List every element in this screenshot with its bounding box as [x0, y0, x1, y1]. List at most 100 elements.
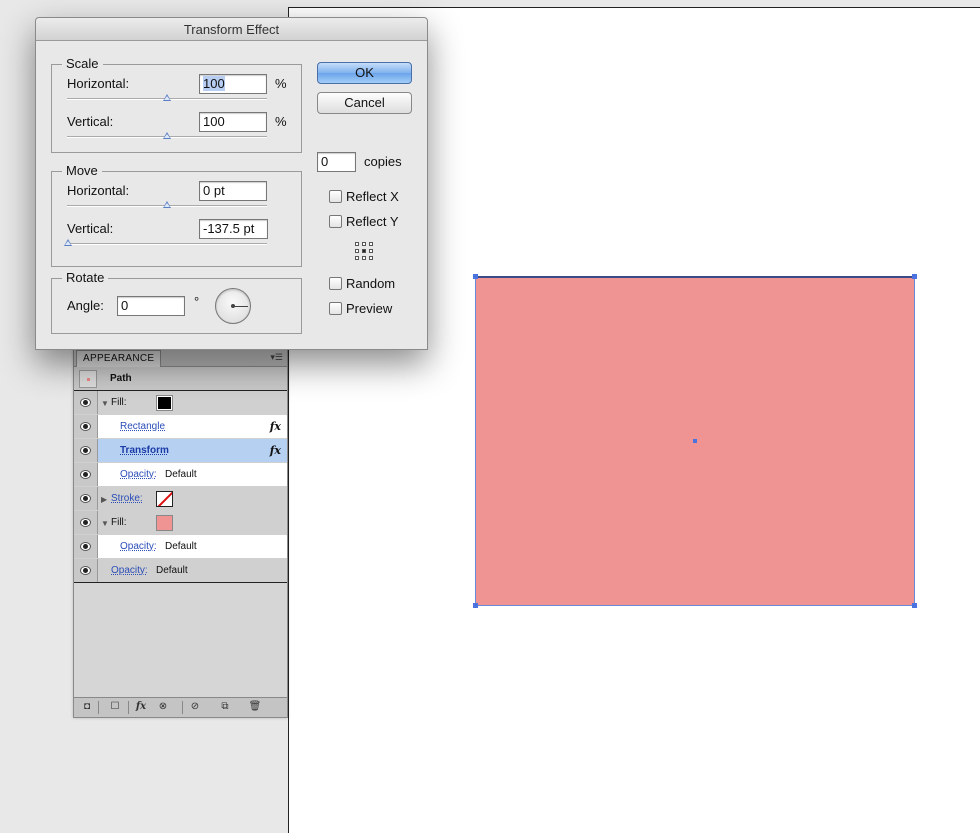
reference-point-locator-icon[interactable] [355, 242, 375, 262]
stroke-link[interactable]: Stroke: [111, 493, 143, 504]
preview-label[interactable]: Preview [346, 301, 392, 316]
bounding-handle-top-left[interactable] [473, 274, 478, 279]
visibility-toggle[interactable] [74, 559, 98, 582]
add-effect-icon[interactable]: fx [134, 701, 148, 714]
reflect-x-label[interactable]: Reflect X [346, 189, 399, 204]
rotate-legend: Rotate [62, 270, 109, 285]
appearance-row-rectangle[interactable]: Rectangle fx [74, 415, 287, 439]
opacity-value: Default [156, 565, 188, 576]
appearance-row-fill-opacity[interactable]: Opacity: Default [74, 535, 287, 559]
copies-input[interactable]: 0 [317, 152, 356, 172]
fill-swatch-black[interactable] [156, 395, 173, 411]
duplicate-item-icon[interactable]: ⧉ [218, 701, 232, 714]
move-group: Move Horizontal: 0 pt Vertical: -137.5 p… [51, 163, 302, 267]
eye-icon [80, 542, 91, 551]
transform-effect-link[interactable]: Transform [120, 445, 169, 456]
panel-menu-icon[interactable]: ▾☰ [270, 352, 283, 363]
bounding-handle-bottom-right[interactable] [912, 603, 917, 608]
dial-needle [233, 306, 248, 307]
move-horizontal-slider-thumb[interactable] [163, 201, 171, 208]
fx-icon[interactable]: fx [270, 444, 281, 457]
add-stroke-icon[interactable]: ◘ [80, 701, 94, 714]
appearance-tab-bar: APPEARANCE ▾☰ [74, 349, 287, 367]
center-point[interactable] [693, 439, 697, 443]
eye-icon [80, 494, 91, 503]
appearance-row-fill-pink[interactable]: ▼ Fill: [74, 511, 287, 535]
expand-triangle-icon[interactable]: ▼ [101, 399, 109, 408]
opacity-link[interactable]: Opacity: [120, 469, 157, 480]
move-vertical-slider-thumb[interactable] [64, 239, 72, 246]
appearance-header: Path [74, 367, 287, 391]
fill-label: Fill: [111, 517, 127, 528]
appearance-row-fill[interactable]: ▼ Fill: [74, 391, 287, 415]
appearance-row-opacity[interactable]: Opacity: Default [74, 463, 287, 487]
angle-input[interactable]: 0 [117, 296, 185, 316]
trash-icon[interactable]: 🗑 [248, 701, 262, 714]
appearance-tab[interactable]: APPEARANCE [76, 350, 162, 367]
scale-vertical-input[interactable]: 100 [199, 112, 267, 132]
cancel-button[interactable]: Cancel [317, 92, 412, 114]
selected-rectangle[interactable] [473, 274, 917, 608]
ok-button[interactable]: OK [317, 62, 412, 84]
visibility-toggle[interactable] [74, 535, 98, 558]
appearance-row-stroke[interactable]: ▶ Stroke: [74, 487, 287, 511]
eye-icon [80, 470, 91, 479]
scale-vertical-unit: % [275, 114, 287, 129]
opacity-link[interactable]: Opacity: [111, 565, 148, 576]
visibility-toggle[interactable] [74, 415, 98, 438]
rectangle-effect-link[interactable]: Rectangle [120, 421, 165, 432]
clear-appearance-icon[interactable]: ⊗ [156, 701, 170, 714]
appearance-row-object-opacity[interactable]: Opacity: Default [74, 559, 287, 583]
angle-dial[interactable] [215, 288, 251, 324]
visibility-toggle[interactable] [74, 511, 98, 534]
visibility-toggle[interactable] [74, 391, 98, 414]
reflect-x-checkbox[interactable] [329, 190, 342, 203]
rotate-group: Rotate Angle: 0 ° [51, 270, 302, 334]
appearance-row-transform[interactable]: Transform fx [74, 439, 287, 463]
scale-horizontal-label: Horizontal: [67, 76, 130, 91]
reflect-y-label[interactable]: Reflect Y [346, 214, 399, 229]
expand-triangle-icon[interactable]: ▶ [101, 495, 107, 504]
eye-icon [80, 422, 91, 431]
scale-horizontal-slider-thumb[interactable] [163, 94, 171, 101]
stroke-swatch-none[interactable] [156, 491, 173, 507]
scale-horizontal-input[interactable]: 100 [199, 74, 267, 94]
scale-group: Scale Horizontal: 100 % Vertical: 100 % [51, 56, 302, 153]
move-horizontal-label: Horizontal: [67, 183, 130, 198]
add-fill-icon[interactable]: ☐ [108, 701, 122, 714]
fx-icon[interactable]: fx [270, 420, 281, 433]
scale-horizontal-unit: % [275, 76, 287, 91]
opacity-value: Default [165, 541, 197, 552]
scale-horizontal-value: 100 [203, 76, 225, 91]
move-vertical-slider-track[interactable] [67, 243, 267, 245]
visibility-toggle[interactable] [74, 439, 98, 462]
move-horizontal-input[interactable]: 0 pt [199, 181, 267, 201]
scale-vertical-slider-thumb[interactable] [163, 132, 171, 139]
reduce-to-basic-icon[interactable]: ⊘ [188, 701, 202, 714]
dialog-title[interactable]: Transform Effect [36, 18, 427, 41]
object-type-label: Path [110, 373, 132, 384]
eye-icon [80, 398, 91, 407]
rectangle-top-edge [475, 276, 915, 278]
random-label[interactable]: Random [346, 276, 395, 291]
move-legend: Move [62, 163, 102, 178]
object-thumbnail [79, 370, 97, 388]
scale-vertical-label: Vertical: [67, 114, 114, 129]
toolbar-divider [98, 701, 99, 714]
random-checkbox[interactable] [329, 277, 342, 290]
move-vertical-input[interactable]: -137.5 pt [199, 219, 268, 239]
copies-label: copies [364, 154, 402, 169]
bounding-handle-top-right[interactable] [912, 274, 917, 279]
opacity-link[interactable]: Opacity: [120, 541, 157, 552]
reflect-y-checkbox[interactable] [329, 215, 342, 228]
preview-checkbox[interactable] [329, 302, 342, 315]
bounding-handle-bottom-left[interactable] [473, 603, 478, 608]
eye-icon [80, 518, 91, 527]
angle-label: Angle: [67, 298, 104, 313]
toolbar-divider [128, 701, 129, 714]
eye-icon [80, 446, 91, 455]
visibility-toggle[interactable] [74, 487, 98, 510]
visibility-toggle[interactable] [74, 463, 98, 486]
fill-swatch-pink[interactable] [156, 515, 173, 531]
expand-triangle-icon[interactable]: ▼ [101, 519, 109, 528]
